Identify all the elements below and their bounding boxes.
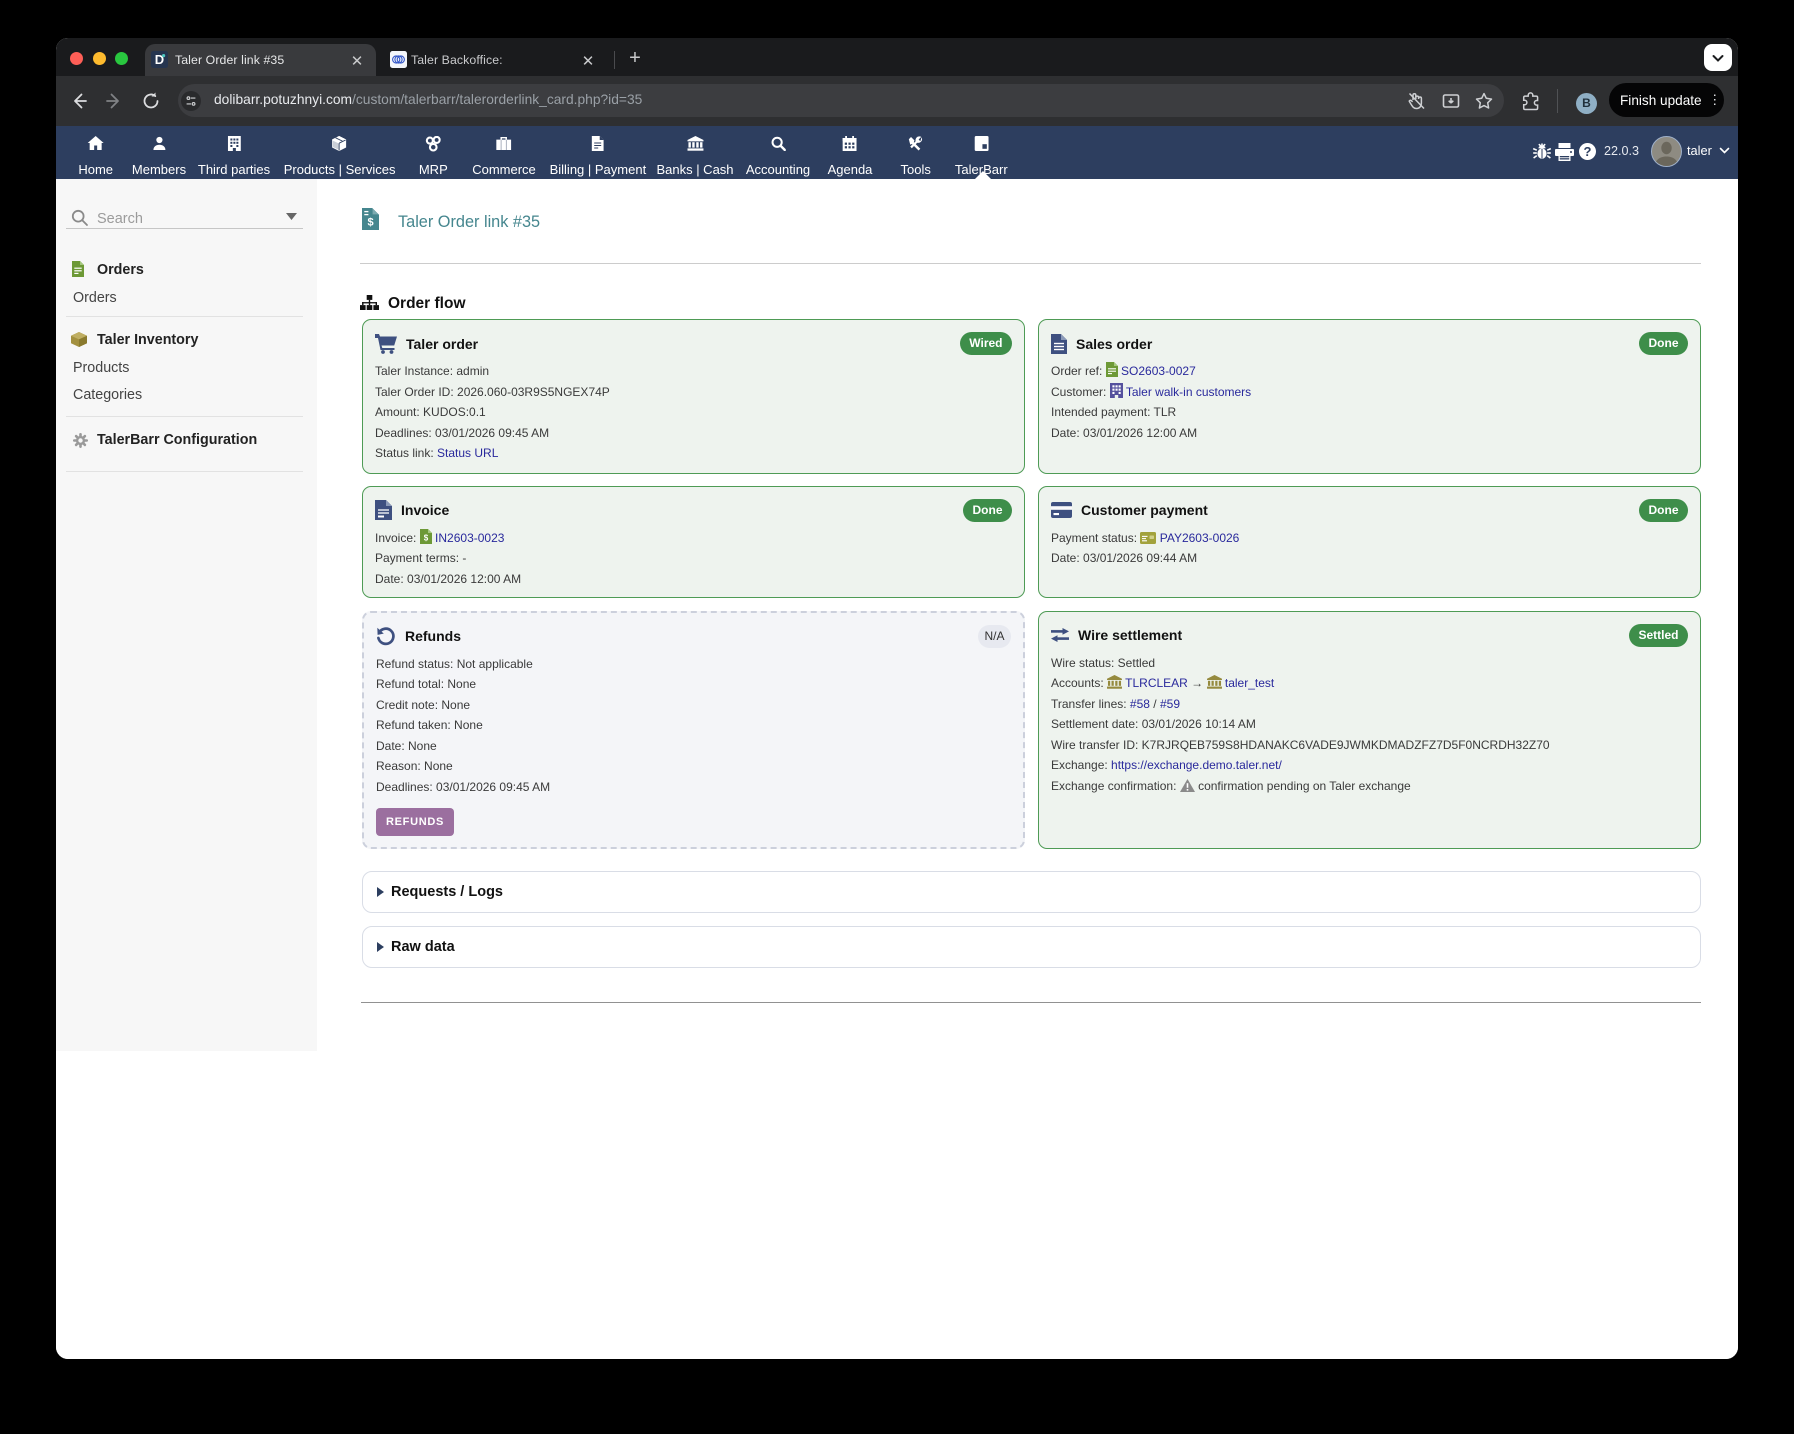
svg-text:$: $ (367, 217, 373, 229)
svg-text:$: $ (423, 533, 428, 542)
